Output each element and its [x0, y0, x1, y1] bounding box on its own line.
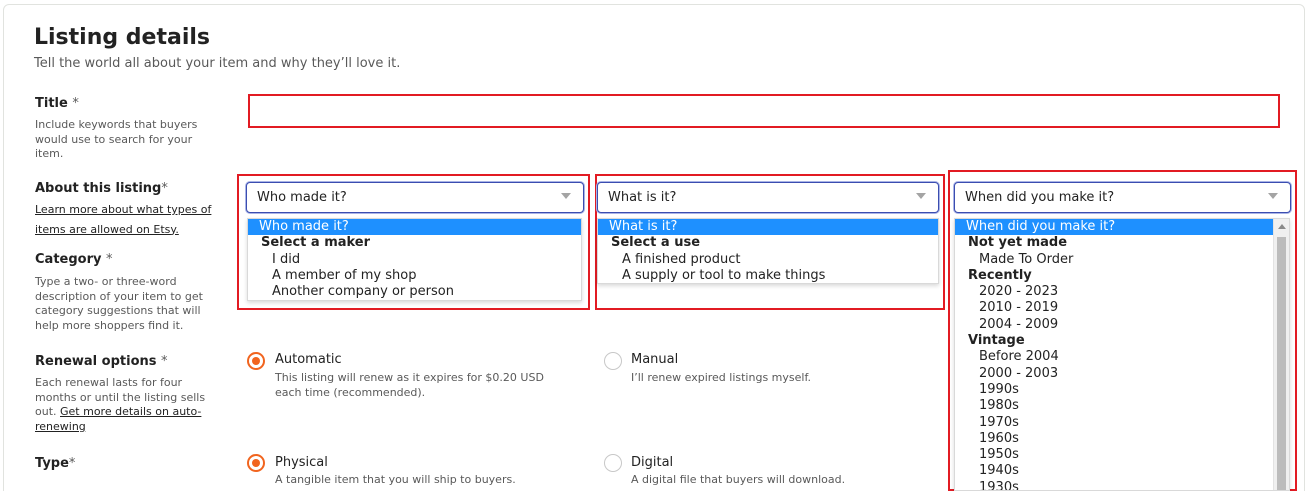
- what-is-it-dropdown: What is it? Select a use A finished produc…: [597, 218, 939, 284]
- radio-physical[interactable]: [247, 454, 265, 472]
- title-input[interactable]: [248, 94, 1280, 128]
- dropdown-option[interactable]: 2010 - 2019: [955, 300, 1289, 316]
- dropdown-option[interactable]: A member of my shop: [248, 268, 581, 284]
- option-group-label: Select a maker: [261, 235, 371, 251]
- option-group-label: Select a use: [611, 235, 701, 251]
- dropdown-option[interactable]: A finished product: [598, 252, 938, 268]
- dropdown-option[interactable]: 1980s: [955, 398, 1289, 414]
- dropdown-option[interactable]: 1970s: [955, 415, 1289, 431]
- dropdown-option[interactable]: I did: [248, 252, 581, 268]
- what-is-it-select[interactable]: What is it?: [597, 182, 939, 213]
- dropdown-option[interactable]: Made To Order: [955, 252, 1289, 268]
- radio-automatic[interactable]: [247, 352, 265, 370]
- radio-manual[interactable]: [604, 352, 622, 370]
- page-title: Listing details: [34, 25, 210, 50]
- chevron-down-icon: [916, 193, 926, 199]
- dropdown-option[interactable]: 2000 - 2003: [955, 366, 1289, 382]
- automatic-desc: This listing will renew as it expires fo…: [275, 371, 544, 399]
- renewal-label: Renewal options *: [35, 354, 168, 369]
- dropdown-option[interactable]: Who made it?: [248, 219, 581, 236]
- allowed-items-link[interactable]: Learn more about what types of items are…: [35, 198, 215, 237]
- dropdown-option[interactable]: Another company or person: [248, 284, 581, 300]
- dropdown-option[interactable]: What is it?: [598, 219, 938, 236]
- manual-desc: I’ll renew expired listings myself.: [631, 371, 812, 384]
- when-made-dropdown: When did you make it? Not yet made Made To…: [954, 218, 1290, 491]
- dropdown-option[interactable]: 1930s: [955, 480, 1289, 490]
- physical-desc: A tangible item that you will ship to bu…: [275, 473, 516, 486]
- title-label: Title *: [35, 96, 79, 111]
- chevron-down-icon: [1268, 193, 1278, 199]
- radio-digital[interactable]: [604, 454, 622, 472]
- dropdown-option[interactable]: Before 2004: [955, 349, 1289, 365]
- who-made-it-select[interactable]: Who made it?: [246, 182, 584, 213]
- about-label: About this listing*: [35, 181, 168, 196]
- dropdown-option[interactable]: 2020 - 2023: [955, 284, 1289, 300]
- dropdown-option[interactable]: A supply or tool to make things: [598, 268, 938, 284]
- physical-title: Physical: [275, 455, 328, 470]
- page-subtitle: Tell the world all about your item and w…: [34, 56, 401, 71]
- renewal-hint: Each renewal lasts for four months or un…: [35, 376, 206, 433]
- digital-title: Digital: [631, 455, 674, 470]
- option-group-label: Recently: [968, 267, 1032, 283]
- manual-title: Manual: [631, 352, 679, 367]
- option-group-label: Not yet made: [968, 235, 1068, 251]
- dropdown-scrollbar[interactable]: [1273, 219, 1289, 490]
- who-made-it-dropdown: Who made it? Select a maker I did A member …: [247, 218, 582, 301]
- dropdown-option[interactable]: When did you make it?: [955, 219, 1289, 236]
- dropdown-option[interactable]: 1950s: [955, 447, 1289, 463]
- title-hint: Include keywords that buyers would use t…: [35, 118, 198, 160]
- type-label: Type*: [35, 456, 76, 471]
- dropdown-option[interactable]: 2004 - 2009: [955, 317, 1289, 333]
- auto-renew-link[interactable]: Get more details on auto-renewing: [35, 405, 201, 433]
- scroll-up-icon[interactable]: [1278, 224, 1286, 229]
- chevron-down-icon: [561, 193, 571, 199]
- category-hint: Type a two- or three-word description of…: [35, 275, 203, 332]
- option-group-label: Vintage: [968, 333, 1025, 349]
- digital-desc: A digital file that buyers will download…: [631, 473, 846, 486]
- category-label: Category *: [35, 252, 113, 267]
- scrollbar-thumb[interactable]: [1277, 237, 1286, 490]
- dropdown-option[interactable]: 1940s: [955, 463, 1289, 479]
- dropdown-option[interactable]: 1990s: [955, 382, 1289, 398]
- when-made-select[interactable]: When did you make it?: [954, 182, 1291, 213]
- automatic-title: Automatic: [275, 352, 342, 367]
- dropdown-option[interactable]: 1960s: [955, 431, 1289, 447]
